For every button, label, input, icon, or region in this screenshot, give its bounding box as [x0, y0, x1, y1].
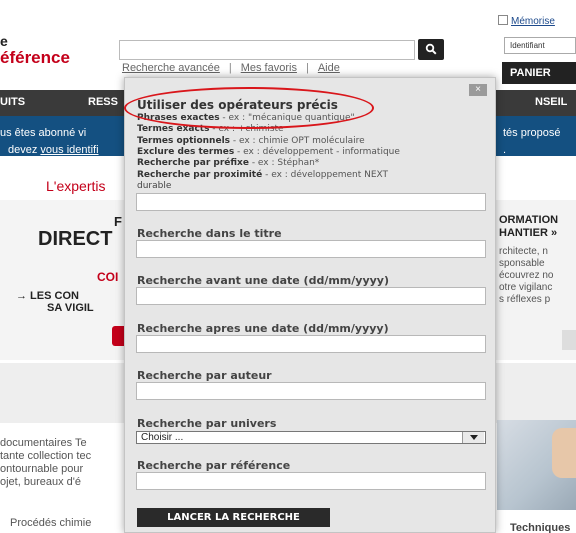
- operator-example: - ex : développement NEXT: [262, 170, 389, 180]
- operator-example: - ex : chimie OPT moléculaire: [230, 136, 365, 146]
- dropdown-arrow[interactable]: [462, 432, 484, 443]
- operator-name: Exclure des termes: [137, 147, 235, 157]
- promo-right-line0: ORMATION: [499, 214, 559, 226]
- footer-right[interactable]: Techniques: [510, 522, 570, 533]
- operator-proximity: Recherche par proximité - ex : développe…: [137, 170, 388, 180]
- reference-label: Recherche par référence: [137, 459, 291, 472]
- help-link[interactable]: Aide: [318, 62, 340, 74]
- annotation-ellipse: [124, 87, 374, 129]
- keywords-input[interactable]: [136, 193, 486, 211]
- logo-line2[interactable]: éférence: [0, 48, 70, 68]
- expertise-heading: L'expertis: [46, 178, 106, 194]
- search-button[interactable]: [418, 39, 444, 60]
- banner-line2: devez vous identifi: [8, 144, 99, 156]
- remember-label: Mémorise: [511, 16, 555, 27]
- body-line2: ontournable pour: [0, 463, 84, 475]
- nav-item-ressources[interactable]: RESS: [88, 96, 118, 108]
- after-date-label: Recherche apres une date (dd/mm/yyyy): [137, 322, 389, 335]
- advanced-search-link[interactable]: Recherche avancée: [122, 62, 220, 74]
- banner-line2-right: .: [503, 144, 507, 156]
- before-date-input[interactable]: [136, 287, 486, 305]
- operator-name: Termes optionnels: [137, 136, 231, 146]
- footer-left[interactable]: Procédés chimie: [10, 517, 91, 529]
- nav-item-produits[interactable]: UITS: [0, 96, 25, 108]
- banner-line1-right: tés proposé: [503, 127, 561, 139]
- promo-right-line5: otre vigilanc: [499, 282, 553, 293]
- top-links: Recherche avancée | Mes favoris | Aide: [122, 62, 340, 74]
- remember-checkbox[interactable]: [498, 15, 508, 25]
- before-date-label: Recherche avant une date (dd/mm/yyyy): [137, 274, 389, 287]
- promo-right-line6: s réflexes p: [499, 294, 551, 305]
- identifiant-field[interactable]: Identifiant: [504, 37, 576, 54]
- login-link[interactable]: vous identifi: [40, 144, 98, 156]
- title-search-label: Recherche dans le titre: [137, 227, 282, 240]
- promo-left-line2: COI: [97, 270, 119, 284]
- promo-right-line3: sponsable: [499, 258, 545, 269]
- body-line3: ojet, bureaux d'é: [0, 476, 81, 488]
- title-search-input[interactable]: [136, 240, 486, 258]
- promo-left-line0: F: [114, 214, 122, 229]
- remember-me[interactable]: Mémorise: [498, 15, 555, 27]
- promo-left-line4: SA VIGIL: [47, 302, 94, 314]
- operator-tail: durable: [137, 181, 172, 191]
- operator-optional: Termes optionnels - ex : chimie OPT molé…: [137, 136, 365, 146]
- universe-label: Recherche par univers: [137, 417, 277, 430]
- nav-item-conseil[interactable]: NSEIL: [535, 96, 567, 108]
- operator-prefix: Recherche par préfixe - ex : Stéphan*: [137, 158, 319, 168]
- author-label: Recherche par auteur: [137, 369, 272, 382]
- banner-line2-prefix: devez: [8, 144, 41, 156]
- chevron-down-icon: [470, 435, 478, 440]
- promo-left-badge: [112, 326, 124, 346]
- promo-left-line3: → LES CON: [16, 290, 79, 302]
- universe-selected: Choisir ...: [141, 432, 184, 443]
- operator-example: - ex : Stéphan*: [248, 158, 320, 168]
- promo-right-button[interactable]: [562, 330, 576, 350]
- logo-line1: e: [0, 33, 8, 49]
- operator-name: Recherche par préfixe: [137, 158, 249, 168]
- universe-select[interactable]: Choisir ...: [136, 431, 486, 444]
- body-line0: documentaires Te: [0, 437, 87, 449]
- search-icon: [425, 43, 437, 55]
- author-input[interactable]: [136, 382, 486, 400]
- after-date-input[interactable]: [136, 335, 486, 353]
- close-button[interactable]: ×: [469, 84, 487, 96]
- promo-right-line4: écouvrez no: [499, 270, 554, 281]
- promo-left-line1: DIRECT: [38, 228, 113, 250]
- launch-search-button[interactable]: LANCER LA RECHERCHE: [137, 508, 330, 527]
- search-input[interactable]: [119, 40, 415, 60]
- reference-input[interactable]: [136, 472, 486, 490]
- operator-exclude: Exclure des termes - ex : développement …: [137, 147, 400, 157]
- body-line1: tante collection tec: [0, 450, 92, 462]
- favorites-link[interactable]: Mes favoris: [241, 62, 297, 74]
- promo-right-line2: rchitecte, n: [499, 246, 548, 257]
- people-photo-detail: [552, 428, 576, 478]
- promo-right-line1: HANTIER »: [499, 227, 558, 239]
- operator-name: Recherche par proximité: [137, 170, 263, 180]
- banner-line1-left: us êtes abonné vi: [0, 127, 87, 139]
- operator-example: - ex : développement - informatique: [234, 147, 400, 157]
- cart-button[interactable]: PANIER: [502, 62, 576, 84]
